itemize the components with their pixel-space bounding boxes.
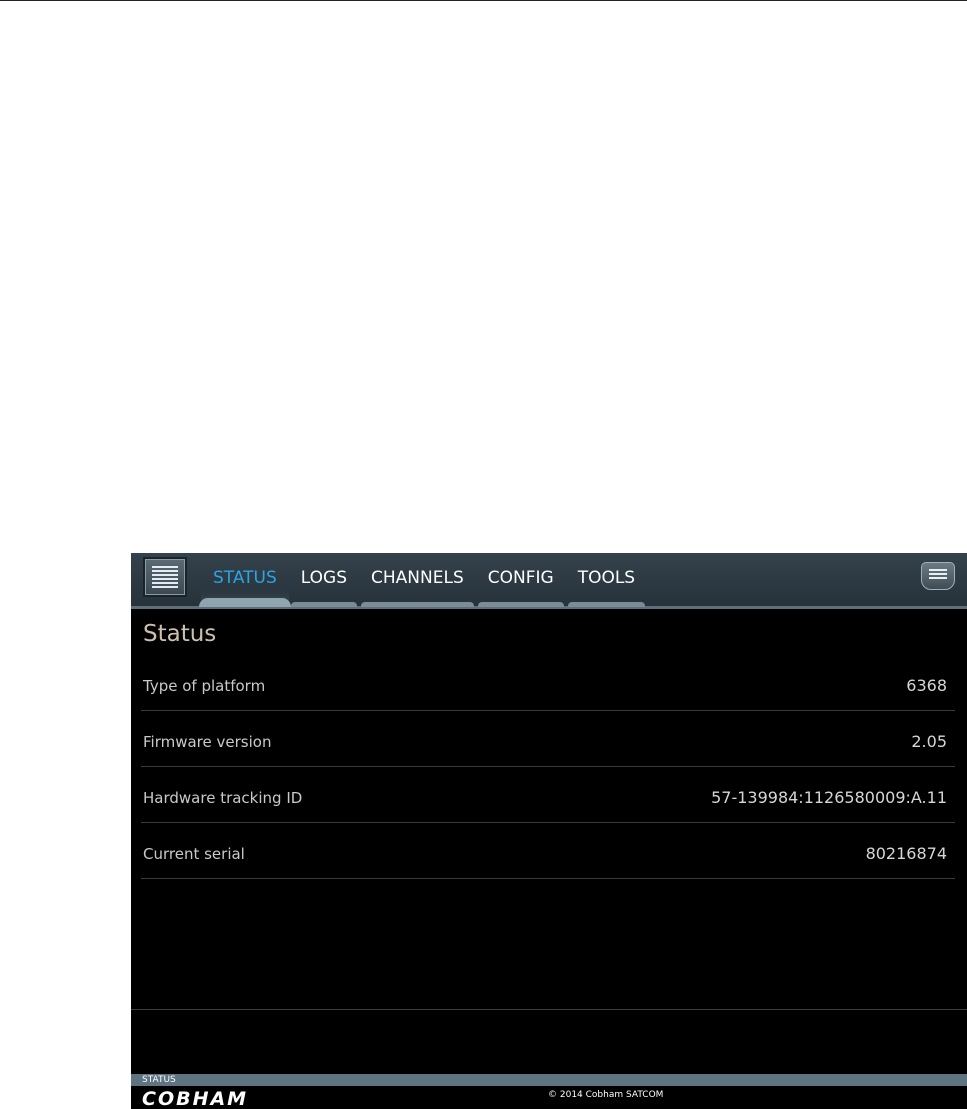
- menu-lines: [152, 566, 178, 588]
- top-navigation-bar: STATUS LOGS CHANNELS CONFIG TOOLS: [131, 553, 967, 609]
- page-title: Status: [143, 621, 217, 647]
- tab-label: TOOLS: [577, 568, 636, 588]
- page-top-rule: [0, 0, 967, 1]
- row-value: 6368: [906, 676, 947, 695]
- row-label: Firmware version: [143, 733, 272, 751]
- tab-indicator: [477, 602, 564, 607]
- status-row-hardware-id: Hardware tracking ID 57-139984:112658000…: [141, 767, 955, 823]
- tab-indicator: [567, 602, 646, 607]
- device-screen: STATUS LOGS CHANNELS CONFIG TOOLS Status…: [131, 553, 967, 1109]
- status-row-firmware: Firmware version 2.05: [141, 711, 955, 767]
- tab-status[interactable]: STATUS: [199, 553, 291, 607]
- status-row-serial: Current serial 80216874: [141, 823, 955, 879]
- tab-logs[interactable]: LOGS: [289, 553, 359, 607]
- row-value: 57-139984:1126580009:A.11: [711, 788, 947, 807]
- tab-label: CHANNELS: [371, 568, 464, 588]
- tab-channels[interactable]: CHANNELS: [359, 553, 476, 607]
- message-icon[interactable]: [921, 562, 955, 590]
- tab-label: STATUS: [213, 568, 277, 588]
- copyright-text: © 2014 Cobham SATCOM: [548, 1090, 664, 1100]
- tab-indicator: [361, 602, 474, 607]
- row-label: Current serial: [143, 845, 245, 863]
- row-value: 80216874: [865, 844, 947, 863]
- tab-indicator: [199, 598, 291, 607]
- brand-logo: COBHAM: [142, 1088, 249, 1109]
- tab-label: CONFIG: [487, 568, 554, 588]
- row-value: 2.05: [911, 732, 947, 751]
- status-strip-label: STATUS: [142, 1075, 176, 1085]
- list-menu-icon[interactable]: [145, 559, 185, 595]
- tab-bar: STATUS LOGS CHANNELS CONFIG TOOLS: [199, 553, 647, 607]
- row-label: Type of platform: [143, 677, 266, 695]
- footer-divider: [131, 1009, 967, 1010]
- tab-config[interactable]: CONFIG: [476, 553, 566, 607]
- message-lines: [929, 569, 947, 581]
- tab-indicator: [290, 602, 358, 607]
- status-list: Type of platform 6368 Firmware version 2…: [141, 655, 955, 879]
- status-row-platform: Type of platform 6368: [141, 655, 955, 711]
- tab-tools[interactable]: TOOLS: [566, 553, 647, 607]
- row-label: Hardware tracking ID: [143, 789, 303, 807]
- tab-label: LOGS: [300, 568, 348, 588]
- status-strip: STATUS: [131, 1074, 967, 1086]
